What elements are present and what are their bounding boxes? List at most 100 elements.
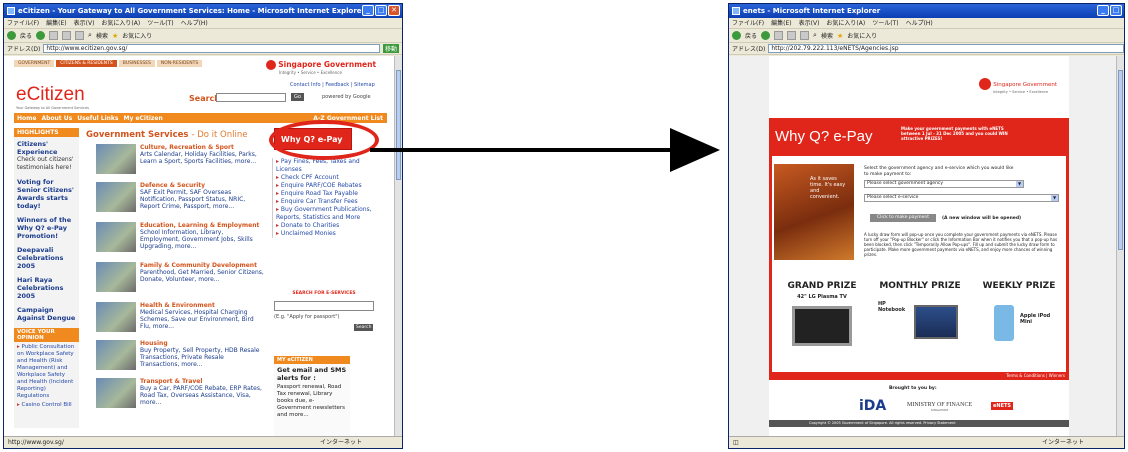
refresh-icon[interactable]: [62, 31, 72, 40]
highlight-link[interactable]: Winners of the Why Q? e-Pay Promotion!: [17, 216, 76, 240]
favorites-icon[interactable]: ★: [112, 32, 118, 40]
back-icon[interactable]: [7, 31, 16, 40]
category-health[interactable]: Health & Environment Medical Services, Ho…: [140, 302, 265, 330]
highlight-link[interactable]: Deepavali Celebrations 2005: [17, 246, 76, 270]
voice-item[interactable]: Public Consultation on Workplace Safety …: [14, 342, 79, 402]
favorites-label[interactable]: お気に入り: [122, 31, 152, 40]
forward-icon[interactable]: [761, 31, 771, 40]
category-housing[interactable]: Housing Buy Property, Sell Property, HDB …: [140, 340, 265, 368]
address-input[interactable]: http://202.79.222.113/eNETS/Agencies.jsp: [768, 44, 1124, 53]
search-label[interactable]: 検索: [96, 31, 108, 40]
chevron-down-icon[interactable]: ▼: [1051, 195, 1058, 201]
search-icon[interactable]: ⌕: [88, 31, 92, 40]
terms-link[interactable]: Terms & Conditions | Winners: [1006, 373, 1065, 378]
top-links[interactable]: Contact Info | Feedback | Sitemap: [290, 82, 375, 88]
favorites-icon[interactable]: ★: [837, 32, 843, 40]
close-button[interactable]: ✕: [388, 5, 400, 16]
left-title-bar[interactable]: eCitizen - Your Gateway to All Governmen…: [4, 4, 402, 18]
category-title[interactable]: Education, Learning & Employment: [140, 222, 265, 229]
category-title[interactable]: Housing: [140, 340, 265, 347]
favorites-label[interactable]: お気に入り: [847, 31, 877, 40]
minimize-button[interactable]: _: [362, 5, 374, 16]
make-payment-button[interactable]: Click to make payment: [870, 214, 936, 222]
back-icon[interactable]: [732, 31, 741, 40]
go-button[interactable]: 移動: [382, 44, 399, 53]
eservices-search-button[interactable]: Search: [354, 324, 374, 331]
minimize-button[interactable]: _: [1097, 5, 1109, 16]
site-search-button[interactable]: Go: [291, 93, 304, 101]
quick-link[interactable]: Enquire PARF/COE Rebates: [276, 182, 376, 190]
nav-useful[interactable]: Useful Links: [77, 115, 118, 122]
menu-tools[interactable]: ツール(T): [147, 18, 173, 28]
category-body: Buy Property, Sell Property, HDB Resale …: [140, 347, 260, 368]
quick-link[interactable]: Check CPF Account: [276, 174, 376, 182]
right-scrollbar[interactable]: [1116, 56, 1124, 436]
menu-favorites[interactable]: お気に入り(A): [101, 18, 140, 28]
category-title[interactable]: Transport & Travel: [140, 378, 265, 385]
category-title[interactable]: Defence & Security: [140, 182, 265, 189]
maximize-button[interactable]: □: [1110, 5, 1122, 16]
eservices-hint: (E.g. "Apply for passport"): [274, 314, 340, 320]
category-family[interactable]: Family & Community Development Parenthood…: [140, 262, 265, 283]
menu-file[interactable]: ファイル(F): [7, 18, 39, 28]
services-title: Government Services: [86, 130, 189, 140]
search-label[interactable]: 検索: [821, 31, 833, 40]
menu-view[interactable]: 表示(V): [799, 18, 820, 28]
site-search-input[interactable]: [216, 93, 286, 102]
menu-file[interactable]: ファイル(F): [732, 18, 764, 28]
category-title[interactable]: Culture, Recreation & Sport: [140, 144, 265, 151]
tab-citizens[interactable]: CITIZENS & RESIDENTS: [56, 60, 117, 67]
service-select[interactable]: Please select e-service ▼: [864, 194, 1059, 202]
menu-help[interactable]: ヘルプ(H): [181, 18, 208, 28]
menu-help[interactable]: ヘルプ(H): [906, 18, 933, 28]
site-name[interactable]: eCitizen: [16, 84, 85, 106]
category-title[interactable]: Family & Community Development: [140, 262, 265, 269]
new-window-note: (A new window will be opened): [942, 216, 1022, 221]
address-input[interactable]: http://www.ecitizen.gov.sg/: [43, 44, 380, 53]
tab-government[interactable]: GOVERNMENT: [14, 60, 55, 67]
menu-edit[interactable]: 編集(E): [771, 18, 791, 28]
category-title[interactable]: Health & Environment: [140, 302, 265, 309]
refresh-icon[interactable]: [787, 31, 797, 40]
quick-link[interactable]: Enquire Car Transfer Fees: [276, 198, 376, 206]
menu-edit[interactable]: 編集(E): [46, 18, 66, 28]
right-title-bar[interactable]: enets - Microsoft Internet Explorer _ □: [729, 4, 1124, 18]
quick-link[interactable]: Unclaimed Monies: [276, 230, 376, 238]
category-education[interactable]: Education, Learning & Employment School I…: [140, 222, 265, 250]
stop-icon[interactable]: [49, 31, 59, 40]
back-label[interactable]: 戻る: [745, 31, 757, 40]
quick-link[interactable]: Donate to Charities: [276, 222, 376, 230]
category-defence[interactable]: Defence & Security SAF Exit Permit, SAF O…: [140, 182, 265, 210]
tab-businesses[interactable]: BUSINESSES: [118, 60, 155, 67]
menu-favorites[interactable]: お気に入り(A): [826, 18, 865, 28]
chevron-down-icon[interactable]: ▼: [1016, 181, 1023, 187]
stop-icon[interactable]: [774, 31, 784, 40]
highlight-link[interactable]: Voting for Senior Citizens' Awards start…: [17, 178, 76, 210]
eservices-input[interactable]: [274, 301, 374, 311]
voice-item[interactable]: Casino Control Bill: [14, 402, 79, 409]
maximize-button[interactable]: □: [375, 5, 387, 16]
menu-tools[interactable]: ツール(T): [872, 18, 898, 28]
highlight-link[interactable]: Hari Raya Celebrations 2005: [17, 276, 76, 300]
mof-sub: SINGAPORE: [930, 408, 949, 412]
back-label[interactable]: 戻る: [20, 31, 32, 40]
nav-my[interactable]: My eCitizen: [123, 115, 162, 122]
category-culture[interactable]: Culture, Recreation & Sport Arts Calendar…: [140, 144, 265, 165]
quick-link[interactable]: Pay Fines, Fees, Taxes and Licenses: [276, 158, 376, 174]
forward-icon[interactable]: [36, 31, 46, 40]
quick-link[interactable]: Enquire Road Tax Payable: [276, 190, 376, 198]
quick-link[interactable]: Buy Government Publications, Reports, St…: [276, 206, 376, 222]
nav-about[interactable]: About Us: [41, 115, 72, 122]
menu-view[interactable]: 表示(V): [74, 18, 95, 28]
home-icon[interactable]: [75, 31, 85, 40]
category-transport[interactable]: Transport & Travel Buy a Car, PARF/COE Re…: [140, 378, 265, 406]
tab-non-residents[interactable]: NON-RESIDENTS: [156, 60, 203, 67]
nav-home[interactable]: Home: [17, 115, 36, 122]
agency-select[interactable]: Please select government agency ▼: [864, 180, 1024, 188]
highlight-link[interactable]: Campaign Against Dengue: [17, 306, 76, 322]
highlight-link[interactable]: Citizens' Experience: [17, 140, 76, 156]
search-icon[interactable]: ⌕: [813, 31, 817, 40]
home-icon[interactable]: [800, 31, 810, 40]
left-scrollbar[interactable]: [394, 56, 402, 436]
notebook-image: [914, 305, 958, 339]
